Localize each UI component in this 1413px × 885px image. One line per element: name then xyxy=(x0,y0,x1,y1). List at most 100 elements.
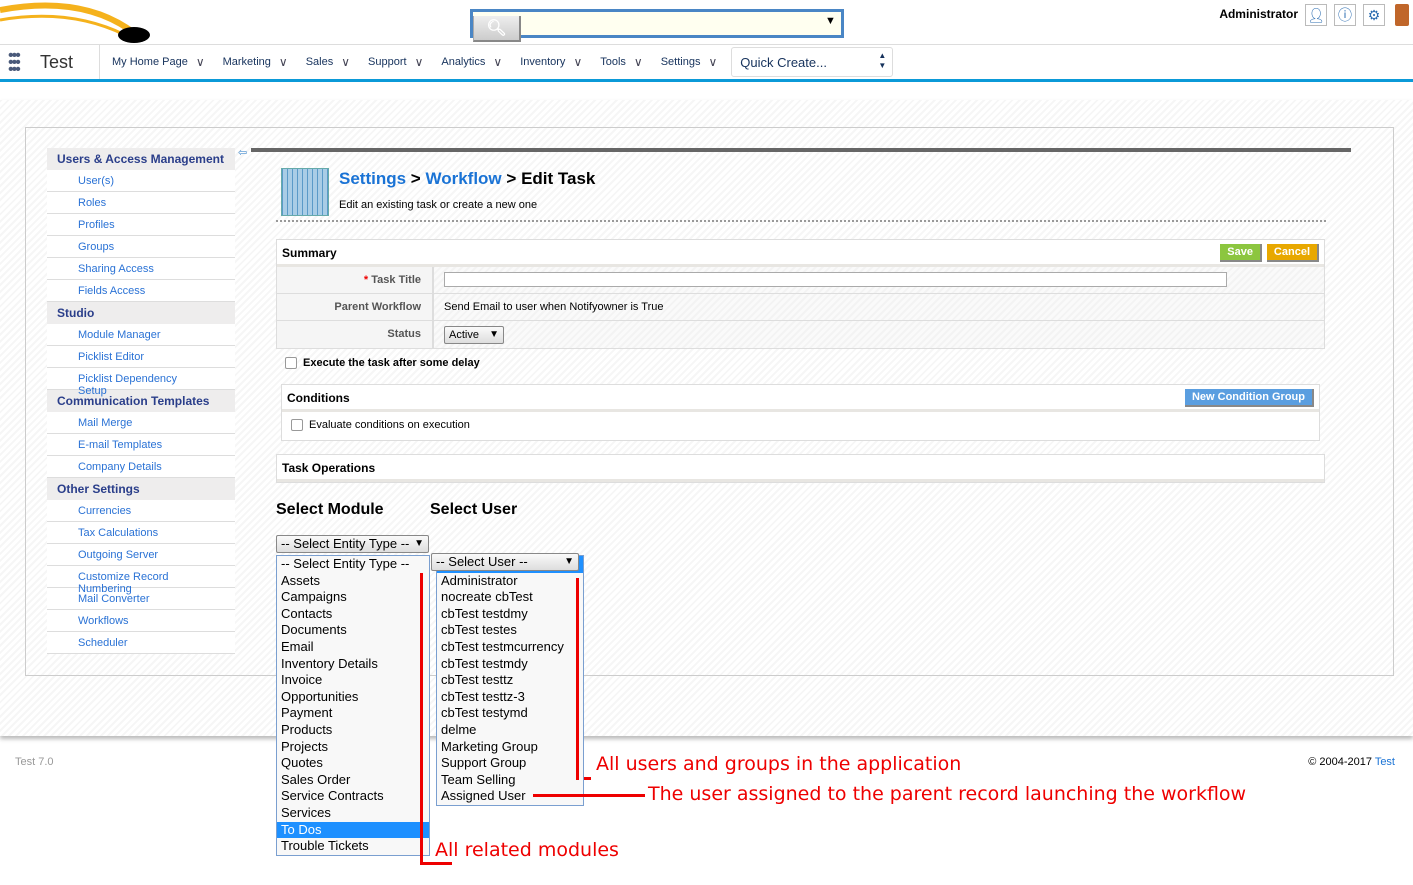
menu-marketing[interactable]: Marketing ∨ xyxy=(223,55,288,69)
user-option[interactable]: cbTest testmdy xyxy=(437,656,583,673)
sidebar-item[interactable]: Picklist Dependency Setup xyxy=(47,368,235,397)
quick-create-select[interactable]: Quick Create... ▲ ▼ xyxy=(731,47,894,77)
sidebar-item[interactable]: Mail Merge xyxy=(47,412,235,434)
sidebar-item[interactable]: Currencies xyxy=(47,500,235,522)
sidebar-item[interactable]: Mail Converter xyxy=(47,588,235,610)
delay-checkbox-row[interactable]: Execute the task after some delay xyxy=(285,357,480,370)
user-option[interactable]: cbTest testymd xyxy=(437,705,583,722)
module-option[interactable]: Trouble Tickets xyxy=(277,838,429,855)
new-condition-group-button[interactable]: New Condition Group xyxy=(1184,389,1314,407)
sidebar-item[interactable]: Fields Access xyxy=(47,280,235,302)
task-title-input[interactable] xyxy=(444,272,1227,287)
spinner-icon: ▲ ▼ xyxy=(878,51,887,70)
module-option[interactable]: Campaigns xyxy=(277,589,429,606)
divider xyxy=(276,220,1326,222)
user-option[interactable]: Support Group xyxy=(437,755,583,772)
conditions-panel: Conditions New Condition Group Evaluate … xyxy=(281,384,1320,441)
module-option[interactable]: Projects xyxy=(277,739,429,756)
user-option[interactable]: Team Selling xyxy=(437,772,583,789)
user-option[interactable]: delme xyxy=(437,722,583,739)
module-option[interactable]: Documents xyxy=(277,622,429,639)
module-option[interactable]: Quotes xyxy=(277,755,429,772)
workflow-settings-icon xyxy=(281,168,329,216)
user-select[interactable]: -- Select User -- ▼ xyxy=(431,553,579,571)
menu-settings[interactable]: Settings ∨ xyxy=(661,55,718,69)
user-option[interactable]: cbTest testdmy xyxy=(437,606,583,623)
menu-my-home-page[interactable]: My Home Page ∨ xyxy=(112,55,205,69)
search-input[interactable] xyxy=(473,12,825,35)
user-option[interactable]: cbTest testtz-3 xyxy=(437,689,583,706)
sidebar-item[interactable]: Scheduler xyxy=(47,632,235,654)
cancel-button[interactable]: Cancel xyxy=(1266,244,1319,262)
annotation-users: All users and groups in the application xyxy=(596,753,962,775)
annotation-line xyxy=(533,794,645,797)
menu-support[interactable]: Support ∨ xyxy=(368,55,423,69)
search-box[interactable]: ▼ 🔍︎ xyxy=(470,9,844,42)
user-option[interactable]: Administrator xyxy=(437,573,583,590)
sidebar-item[interactable]: Module Manager xyxy=(47,324,235,346)
user-option[interactable]: Marketing Group xyxy=(437,739,583,756)
user-option[interactable]: nocreate cbTest xyxy=(437,589,583,606)
sidebar-item[interactable]: Tax Calculations xyxy=(47,522,235,544)
module-option[interactable]: Payment xyxy=(277,705,429,722)
status-select[interactable]: Active ▼ xyxy=(444,326,504,344)
menu-analytics[interactable]: Analytics ∨ xyxy=(441,55,502,69)
annotation-line xyxy=(420,862,452,865)
sidebar-item[interactable]: Groups xyxy=(47,236,235,258)
module-option[interactable]: Opportunities xyxy=(277,689,429,706)
breadcrumb-workflow[interactable]: Workflow xyxy=(425,169,501,188)
app-launcher[interactable]: ••• ••• ••• Test xyxy=(0,45,100,79)
sidebar-item[interactable]: Outgoing Server xyxy=(47,544,235,566)
module-option[interactable]: To Dos xyxy=(277,821,429,839)
sidebar-item[interactable]: User(s) xyxy=(47,170,235,192)
user-options-list[interactable]: -- Select User -- Administratornocreate c… xyxy=(436,555,584,806)
evaluate-conditions-checkbox[interactable] xyxy=(291,419,303,432)
menu-sales[interactable]: Sales ∨ xyxy=(306,55,350,69)
collapse-sidebar-icon[interactable]: ⇦ xyxy=(238,146,247,159)
search-type-dropdown-icon[interactable]: ▼ xyxy=(825,12,841,35)
module-option[interactable]: Assets xyxy=(277,573,429,590)
sidebar-item[interactable]: Workflows xyxy=(47,610,235,632)
menu-tools[interactable]: Tools ∨ xyxy=(600,55,642,69)
sidebar-item[interactable]: Customize Record Numbering xyxy=(47,566,235,595)
sidebar-item[interactable]: Company Details xyxy=(47,456,235,478)
sidebar-item[interactable]: Profiles xyxy=(47,214,235,236)
search-button[interactable]: 🔍︎ xyxy=(473,16,521,42)
app-grid-icon[interactable]: ••• ••• ••• xyxy=(8,47,30,77)
menu-inventory[interactable]: Inventory ∨ xyxy=(520,55,582,69)
module-option[interactable]: -- Select Entity Type -- xyxy=(277,556,429,573)
chevron-down-icon: ∨ xyxy=(278,55,288,69)
sidebar-item[interactable]: Roles xyxy=(47,192,235,214)
save-button[interactable]: Save xyxy=(1220,244,1262,262)
module-option[interactable]: Invoice xyxy=(277,672,429,689)
chevron-down-icon: ∨ xyxy=(341,55,351,69)
breadcrumb-settings[interactable]: Settings xyxy=(339,169,406,188)
gear-icon[interactable]: ⚙ xyxy=(1363,4,1385,26)
parent-workflow-value: Send Email to user when Notifyowner is T… xyxy=(444,301,664,313)
module-option[interactable]: Inventory Details xyxy=(277,656,429,673)
module-option[interactable]: Service Contracts xyxy=(277,788,429,805)
module-option[interactable]: Services xyxy=(277,805,429,822)
sidebar-item[interactable]: Sharing Access xyxy=(47,258,235,280)
task-title-label: Task Title xyxy=(371,274,421,286)
chevron-down-icon: ∨ xyxy=(195,55,205,69)
module-option[interactable]: Contacts xyxy=(277,606,429,623)
user-option[interactable]: cbTest testtz xyxy=(437,672,583,689)
user-option[interactable]: cbTest testmcurrency xyxy=(437,639,583,656)
user-icon[interactable]: 👤︎ xyxy=(1305,4,1327,26)
sidebar-item[interactable]: Picklist Editor xyxy=(47,346,235,368)
user-option[interactable]: cbTest testes xyxy=(437,622,583,639)
module-option[interactable]: Products xyxy=(277,722,429,739)
info-icon[interactable]: ⓘ xyxy=(1334,4,1356,26)
footer-brand-link[interactable]: Test xyxy=(1375,756,1395,768)
user-select-value: -- Select User -- xyxy=(436,554,528,569)
delay-checkbox[interactable] xyxy=(285,357,297,370)
sidebar-item[interactable]: E-mail Templates xyxy=(47,434,235,456)
chevron-down-icon: ∨ xyxy=(414,55,424,69)
module-options-list[interactable]: -- Select Entity Type -- Assets Campaigns C… xyxy=(276,555,430,856)
module-option[interactable]: Email xyxy=(277,639,429,656)
module-select[interactable]: -- Select Entity Type -- ▼ xyxy=(276,535,429,553)
logout-icon[interactable] xyxy=(1395,4,1409,26)
evaluate-conditions-row[interactable]: Evaluate conditions on execution xyxy=(282,412,1319,440)
module-option[interactable]: Sales Order xyxy=(277,772,429,789)
